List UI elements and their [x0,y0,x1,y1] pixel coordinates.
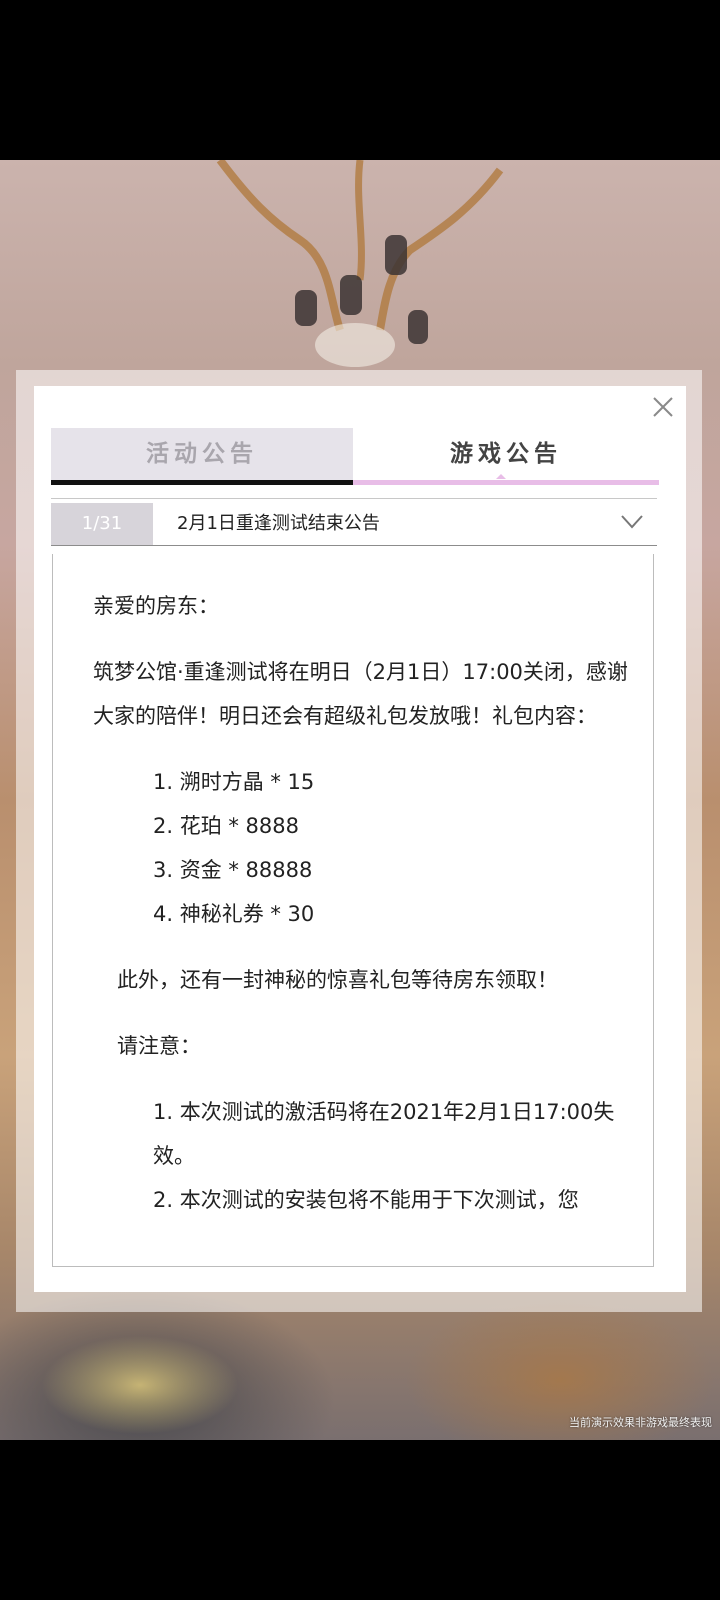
gift-list: 1. 溯时方晶 * 15 2. 花珀 * 8888 3. 资金 * 88888 … [93,760,648,936]
chevron-down-icon[interactable] [621,515,643,529]
close-icon [653,397,673,417]
attention-heading: 请注意： [117,1034,201,1058]
tab-event-announcement[interactable]: 活动公告 [51,428,353,485]
page-counter-badge: 1/31 [51,503,153,545]
close-button[interactable] [650,394,676,420]
list-item: 2. 花珀 * 8888 [153,814,300,838]
list-item: 2. 本次测试的安装包将不能用于下次测试，您 [153,1188,579,1212]
chandelier-decoration [216,160,504,367]
active-tab-indicator [496,474,506,479]
list-item: 3. 资金 * 88888 [153,858,313,882]
tab-label: 游戏公告 [450,441,562,467]
notes-list: 1. 本次测试的激活码将在2021年2月1日17:00失效。 2. 本次测试的安… [93,1090,648,1222]
extra-gift-text: 此外，还有一封神秘的惊喜礼包等待房东领取！ [117,968,558,992]
intro-paragraph: 筑梦公馆·重逢测试将在明日（2月1日）17:00关闭，感谢大家的陪伴！明日还会有… [93,660,628,728]
list-item: 1. 溯时方晶 * 15 [153,770,315,794]
greeting-text: 亲爱的房东： [93,594,219,618]
announcement-tabs: 活动公告 游戏公告 [51,428,659,486]
tab-label: 活动公告 [146,441,258,467]
notice-selector[interactable]: 1/31 2月1日重逢测试结束公告 [51,498,657,546]
tab-game-announcement[interactable]: 游戏公告 [353,428,659,485]
list-item: 4. 神秘礼券 * 30 [153,902,315,926]
notice-content[interactable]: 亲爱的房东： 筑梦公馆·重逢测试将在明日（2月1日）17:00关闭，感谢大家的陪… [52,554,654,1267]
list-item: 1. 本次测试的激活码将在2021年2月1日17:00失效。 [153,1100,615,1168]
demo-disclaimer: 当前演示效果非游戏最终表现 [569,1416,712,1429]
announcement-dialog: 活动公告 游戏公告 1/31 2月1日重逢测试结束公告 亲爱的房东： 筑梦公馆·… [34,386,686,1292]
notice-title: 2月1日重逢测试结束公告 [177,513,380,534]
